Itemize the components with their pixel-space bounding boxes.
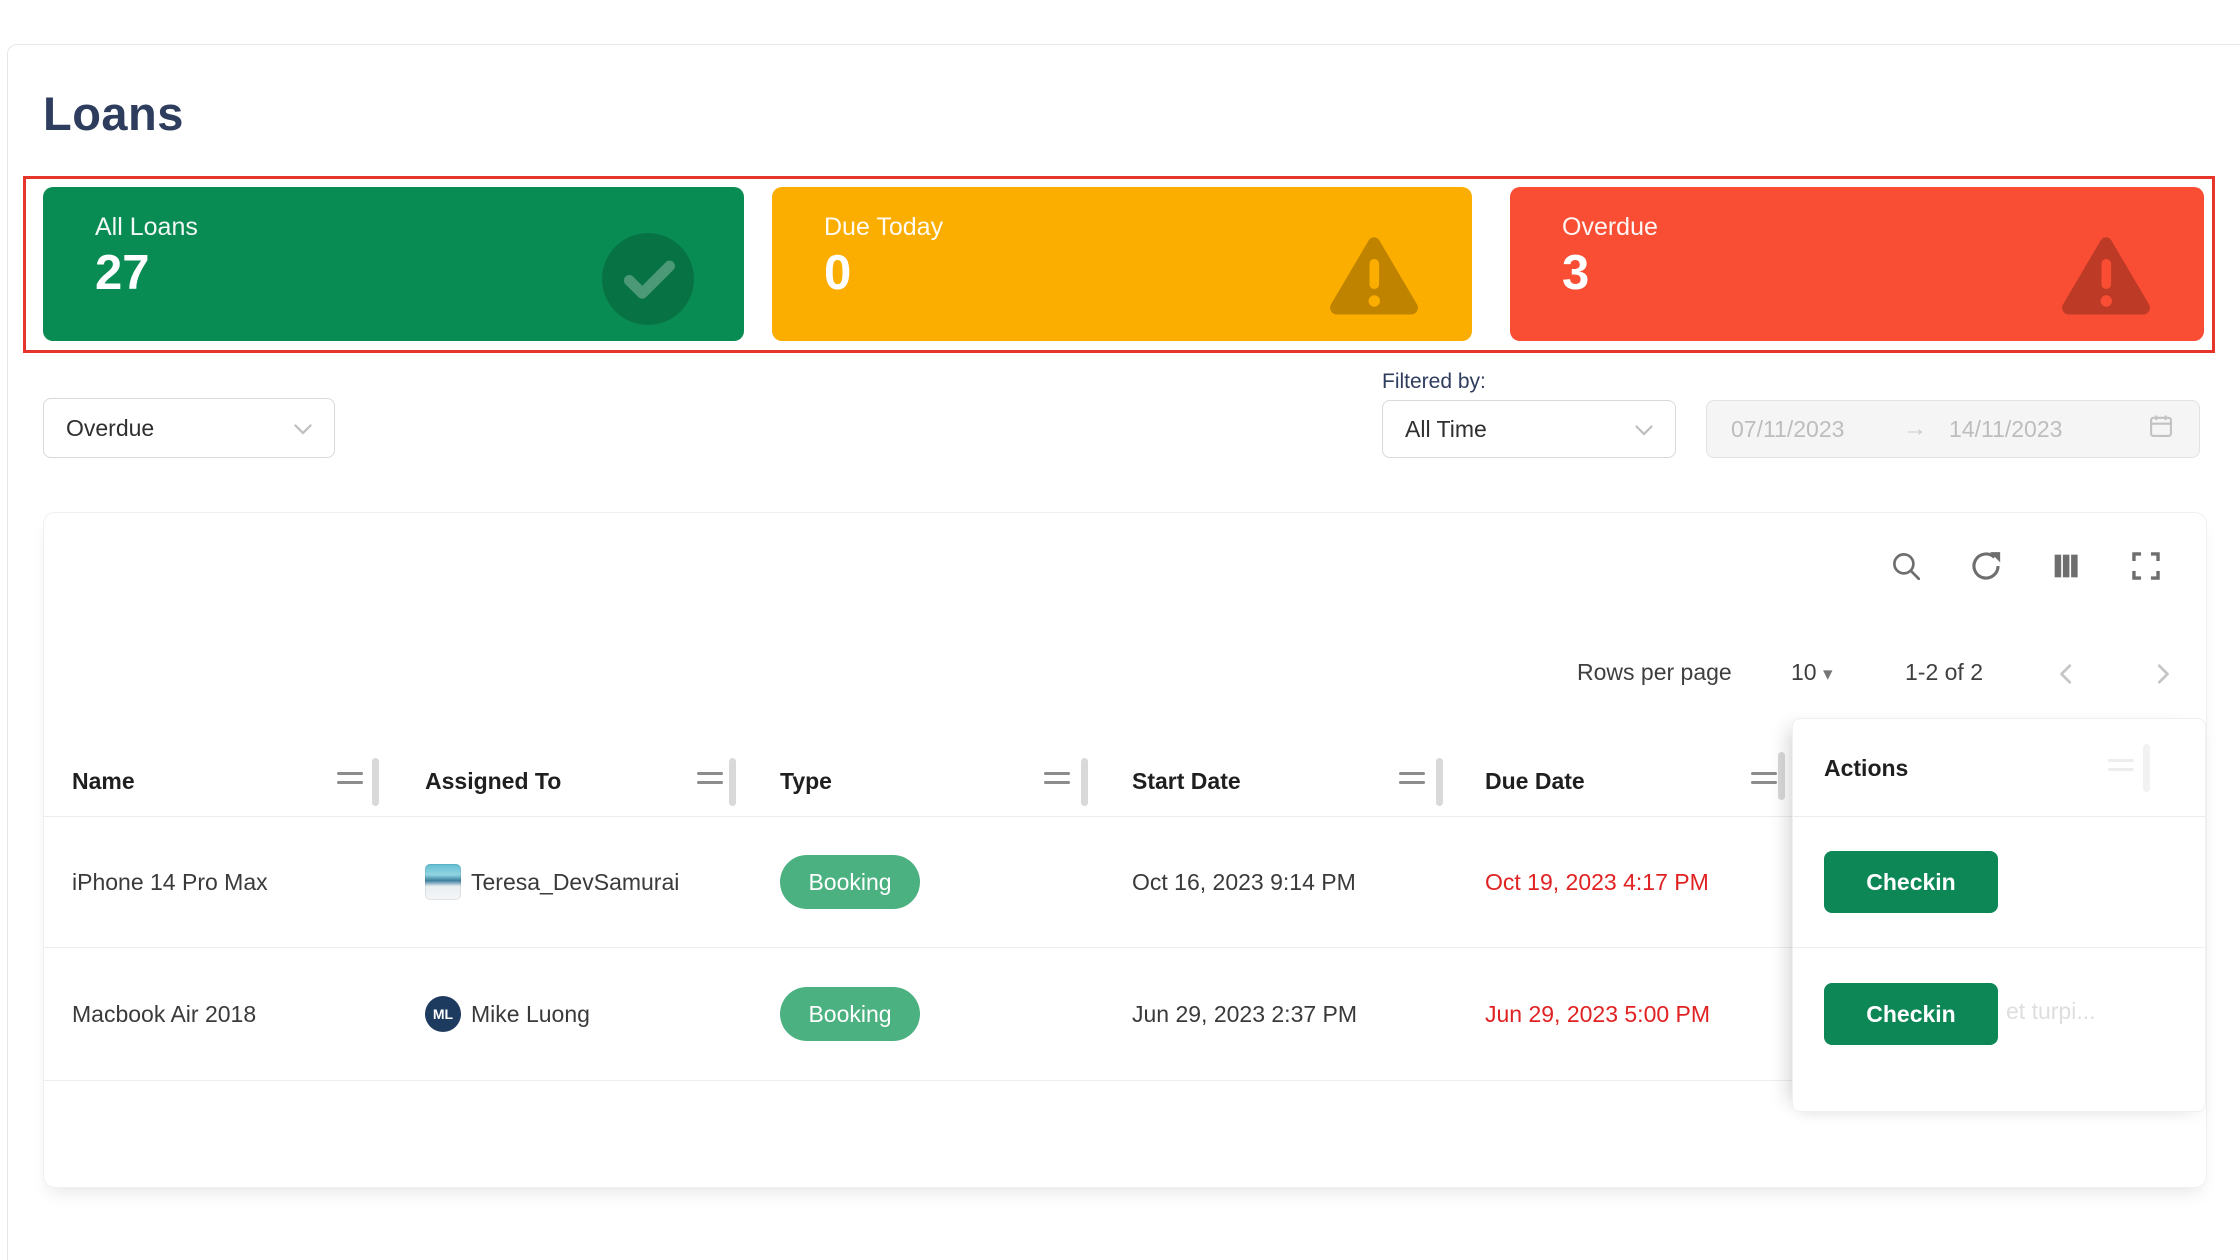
avatar-initials: ML [425,996,461,1032]
card-all-loans[interactable]: All Loans 27 [43,187,744,341]
columns-icon[interactable] [2049,549,2083,583]
checkin-button[interactable]: Checkin [1824,851,1998,913]
column-separator [2143,744,2150,792]
drag-handle-icon[interactable] [1751,772,1777,790]
cell-name: Macbook Air 2018 [72,948,256,1080]
actions-header: Actions [1793,719,2205,817]
cell-type: Booking [780,948,920,1080]
column-header-assigned-to[interactable]: Assigned To [425,746,561,817]
avatar: ML [425,948,461,1080]
actions-row: et turpi... Checkin [1793,948,2205,1081]
card-value: 0 [824,245,851,301]
column-separator[interactable] [1778,752,1785,800]
chevron-down-icon [294,415,312,442]
calendar-icon [2147,412,2175,446]
card-value: 27 [95,245,150,301]
overflow-ghost-text: et turpi... [2006,998,2095,1025]
refresh-icon[interactable] [1969,549,2003,583]
drag-handle-icon[interactable] [337,772,363,790]
page-title: Loans [43,86,184,141]
warning-triangle-icon [2058,233,2154,326]
rows-per-page-select[interactable]: 10 ▾ [1791,659,1833,686]
column-header-due-date[interactable]: Due Date [1485,746,1585,817]
avatar [425,817,461,947]
column-separator[interactable] [372,758,379,806]
warning-triangle-icon [1326,233,1422,326]
chevron-left-icon[interactable] [2056,663,2078,685]
search-icon[interactable] [1889,549,1923,583]
checkin-button[interactable]: Checkin [1824,983,1998,1045]
type-badge: Booking [780,987,920,1041]
cell-start-date: Jun 29, 2023 2:37 PM [1132,948,1357,1080]
cell-assigned-to: Mike Luong [471,948,590,1080]
loans-page: Loans All Loans 27 Due Today 0 Overdue 3 [0,0,2240,1260]
rows-per-page-label: Rows per page [1577,659,1732,686]
column-header-start-date[interactable]: Start Date [1132,746,1241,817]
drag-handle-icon[interactable] [1044,772,1070,790]
cell-start-date: Oct 16, 2023 9:14 PM [1132,817,1356,947]
arrow-right-icon: → [1903,415,1949,443]
time-filter-select[interactable]: All Time [1382,400,1676,458]
column-header-actions: Actions [1824,719,1908,817]
status-filter-value: Overdue [66,415,154,442]
cell-assigned-to: Teresa_DevSamurai [471,817,679,947]
column-header-name[interactable]: Name [72,746,135,817]
column-header-type[interactable]: Type [780,746,832,817]
cell-type: Booking [780,817,920,947]
time-filter-value: All Time [1405,416,1487,443]
cell-name: iPhone 14 Pro Max [72,817,268,947]
cell-due-date: Jun 29, 2023 5:00 PM [1485,948,1710,1080]
fullscreen-icon[interactable] [2129,549,2163,583]
column-separator[interactable] [1081,758,1088,806]
cell-due-date: Oct 19, 2023 4:17 PM [1485,817,1709,947]
chevron-down-icon [1635,416,1653,443]
card-label: Due Today [824,213,943,242]
column-separator[interactable] [729,758,736,806]
column-separator[interactable] [1436,758,1443,806]
actions-row: Checkin [1793,817,2205,948]
card-overdue[interactable]: Overdue 3 [1510,187,2204,341]
date-range-start: 07/11/2023 [1731,416,1903,443]
card-label: All Loans [95,213,198,242]
card-value: 3 [1562,245,1589,301]
drag-handle-icon[interactable] [1399,772,1425,790]
date-range-end: 14/11/2023 [1949,416,2147,443]
drag-handle-icon[interactable] [697,772,723,790]
status-filter-select[interactable]: Overdue [43,398,335,458]
drag-handle-icon[interactable] [2108,759,2134,777]
actions-sticky-column: Actions Checkin et turpi... Checkin [1792,718,2206,1112]
caret-down-icon: ▾ [1823,664,1833,685]
pagination-range: 1-2 of 2 [1905,659,1983,686]
type-badge: Booking [780,855,920,909]
check-circle-icon [602,233,694,330]
chevron-right-icon[interactable] [2151,663,2173,685]
card-due-today[interactable]: Due Today 0 [772,187,1472,341]
filtered-by-label: Filtered by: [1382,370,1486,394]
date-range-picker[interactable]: 07/11/2023 → 14/11/2023 [1706,400,2200,458]
card-label: Overdue [1562,213,1658,242]
